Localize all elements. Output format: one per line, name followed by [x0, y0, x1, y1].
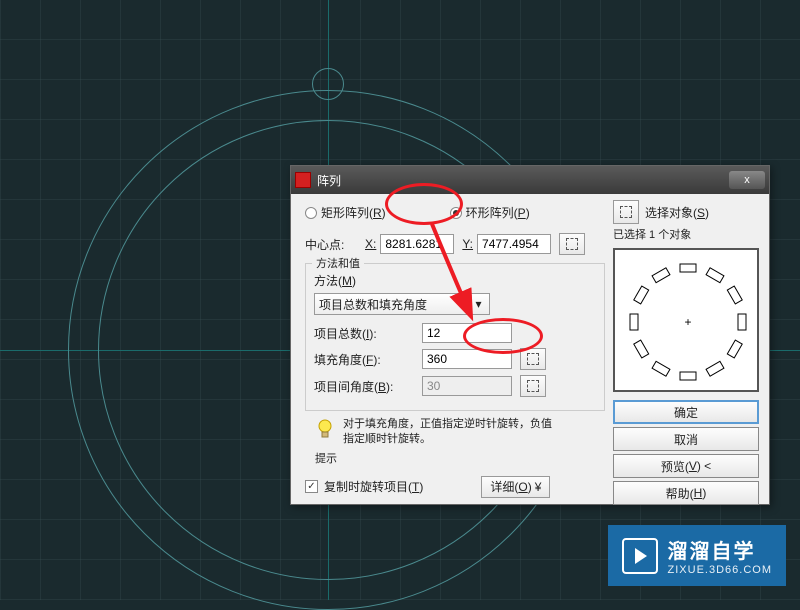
select-objects-button[interactable] — [613, 200, 639, 224]
item-count-label: 项目总数(I): — [314, 325, 414, 342]
watermark-subtitle: ZIXUE.3D66.COM — [668, 564, 772, 576]
select-objects-label: 选择对象(S) — [645, 204, 709, 221]
pick-point-icon — [527, 380, 539, 392]
fill-angle-label: 填充角度(F): — [314, 351, 414, 368]
radio-icon — [305, 207, 317, 219]
item-angle-input — [422, 376, 512, 396]
close-button[interactable]: x — [729, 171, 765, 189]
cancel-button[interactable]: 取消 — [613, 427, 759, 451]
preview-button[interactable]: 预览(V) < — [613, 454, 759, 478]
preview-box: + — [613, 248, 759, 392]
ok-button[interactable]: 确定 — [613, 400, 759, 424]
selected-count: 已选择 1 个对象 — [613, 226, 759, 242]
tip-label: 提示 — [305, 450, 605, 466]
array-dialog: 阵列 x 矩形阵列(R) 环形阵列(P) 中心点: X: Y: — [290, 165, 770, 505]
method-value: 项目总数和填充角度 — [319, 296, 427, 313]
pick-angle-button[interactable] — [520, 348, 546, 370]
detail-label: 详细(O) — [490, 478, 531, 495]
tip-text: 对于填充角度，正值指定逆时针旋转，负值指定顺时针旋转。 — [343, 417, 555, 448]
dialog-title: 阵列 — [317, 172, 729, 189]
pick-center-button[interactable] — [559, 233, 585, 255]
drawing-circle-small — [312, 68, 344, 100]
pick-point-icon — [566, 238, 578, 250]
play-icon — [622, 538, 658, 574]
watermark: 溜溜自学 ZIXUE.3D66.COM — [608, 525, 786, 586]
radio-icon — [450, 207, 462, 219]
copy-rotate-label: 复制时旋转项目(T) — [324, 478, 423, 495]
select-icon — [620, 206, 632, 218]
pick-item-angle-button[interactable] — [520, 375, 546, 397]
svg-text:+: + — [684, 315, 691, 329]
polar-preview-icon: + — [630, 264, 746, 380]
lightbulb-icon — [315, 417, 335, 441]
x-label: X: — [365, 237, 376, 251]
help-button[interactable]: 帮助(H) — [613, 481, 759, 505]
detail-button[interactable]: 详细(O) ¥ — [481, 476, 550, 498]
annotation-arrow — [420, 218, 500, 328]
center-label: 中心点: — [305, 236, 361, 253]
fill-angle-input[interactable] — [422, 349, 512, 369]
rect-array-label: 矩形阵列(R) — [321, 204, 386, 221]
watermark-title: 溜溜自学 — [668, 535, 772, 564]
pick-point-icon — [527, 353, 539, 365]
dialog-titlebar[interactable]: 阵列 x — [291, 166, 769, 194]
method-group-title: 方法和值 — [312, 255, 364, 271]
item-angle-label: 项目间角度(B): — [314, 378, 414, 395]
rect-array-radio[interactable]: 矩形阵列(R) — [305, 204, 386, 221]
app-icon — [295, 172, 311, 188]
chevron-down-icon: ¥ — [535, 480, 542, 494]
copy-rotate-checkbox[interactable] — [305, 480, 318, 493]
